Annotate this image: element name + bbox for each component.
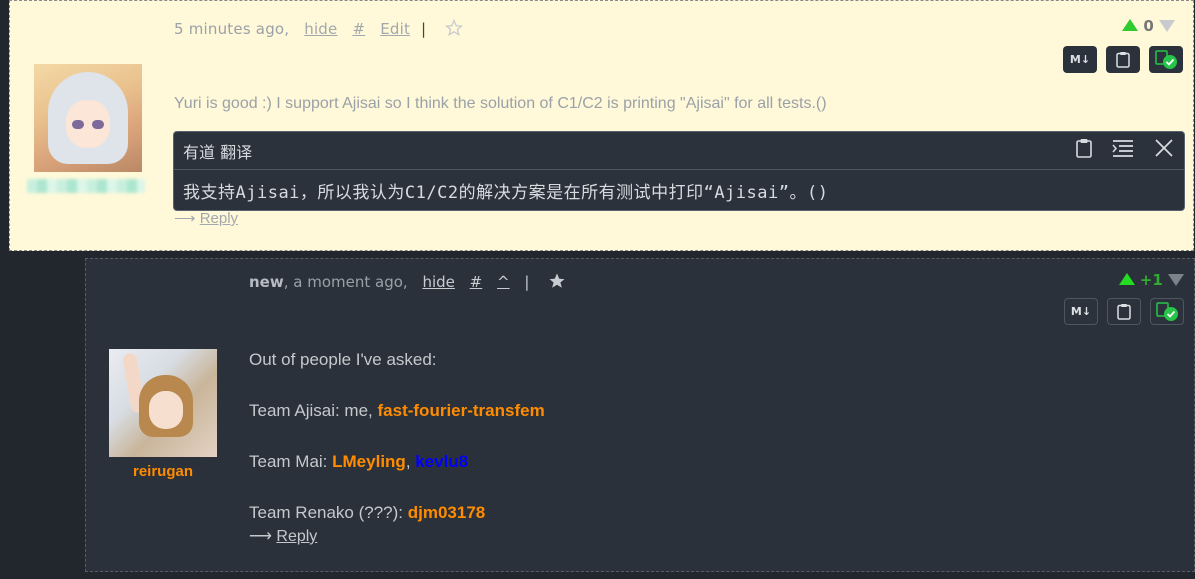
- clipboard-icon: [1117, 304, 1131, 320]
- body-text: Team Renako (???):: [249, 503, 408, 522]
- body-line: Team Renako (???): djm03178: [249, 500, 545, 526]
- user-link[interactable]: djm03178: [408, 503, 486, 522]
- upvote-icon[interactable]: [1122, 19, 1139, 31]
- avatar[interactable]: [34, 64, 142, 172]
- markdown-button[interactable]: M↓: [1064, 298, 1098, 325]
- clipboard-icon: [1116, 52, 1130, 68]
- reply-link[interactable]: Reply: [276, 528, 317, 545]
- avatar-face: [149, 391, 183, 429]
- reply-link[interactable]: Reply: [200, 210, 238, 227]
- edit-link[interactable]: Edit: [380, 20, 410, 38]
- markdown-icon: M↓: [1070, 305, 1092, 318]
- reply-row: ⟶ Reply: [174, 209, 238, 227]
- star-filled-icon[interactable]: [548, 272, 566, 290]
- reply-row: ⟶ Reply: [249, 526, 317, 546]
- permalink[interactable]: #: [352, 20, 365, 38]
- body-line: Team Mai: LMeyling, kevlu8: [249, 449, 545, 475]
- comment-time: , a moment ago,: [283, 273, 408, 291]
- downvote-icon[interactable]: [1159, 20, 1175, 32]
- copy-button[interactable]: [1107, 298, 1141, 325]
- translation-title: 有道 翻译: [183, 142, 253, 162]
- vote-count: +1: [1139, 271, 1163, 289]
- list-icon[interactable]: [1112, 139, 1134, 157]
- translation-popup: 有道 翻译 我支持Ajisai，所以我认为C1/C2的解决方案是在所有测试中打印…: [173, 131, 1185, 211]
- vote-box: +1: [1118, 271, 1184, 289]
- avatar-eye: [92, 120, 104, 129]
- comment-reply: new, a moment ago, hide # ^ | +1 M↓ reir…: [85, 258, 1195, 572]
- arrow-right-icon: ⟶: [249, 528, 272, 545]
- clipboard-icon[interactable]: [1076, 138, 1092, 158]
- body-line: Team Ajisai: me, fast-fourier-transfem: [249, 398, 545, 424]
- markdown-icon: M↓: [1069, 53, 1091, 66]
- hide-link[interactable]: hide: [304, 20, 337, 38]
- comment-meta: new, a moment ago, hide # ^ |: [249, 272, 566, 291]
- arrow-right-icon: ⟶: [174, 210, 196, 227]
- downvote-icon[interactable]: [1168, 274, 1184, 286]
- close-icon[interactable]: [1154, 138, 1174, 158]
- body-text: Team Mai:: [249, 452, 333, 471]
- vote-box: 0: [1122, 17, 1175, 35]
- user-link[interactable]: fast-fourier-transfem: [378, 401, 545, 420]
- separator: |: [421, 20, 427, 38]
- comment-body: Out of people I've asked: Team Ajisai: m…: [249, 347, 545, 526]
- comment-highlighted: 5 minutes ago, hide # Edit | 0 M↓ Yuri i…: [9, 0, 1194, 251]
- comment-meta: 5 minutes ago, hide # Edit |: [174, 18, 464, 38]
- translate-button[interactable]: [1149, 46, 1183, 73]
- avatar[interactable]: [109, 349, 217, 457]
- translate-button[interactable]: [1150, 298, 1184, 325]
- comment-body: Yuri is good :) I support Ajisai so I th…: [174, 95, 827, 112]
- separator: |: [524, 273, 530, 291]
- comment-time: 5 minutes ago,: [174, 20, 290, 38]
- body-text: ,: [405, 452, 416, 471]
- new-badge: new: [249, 273, 284, 291]
- translation-text: 我支持Ajisai，所以我认为C1/C2的解决方案是在所有测试中打印“Ajisa…: [183, 183, 829, 203]
- permalink[interactable]: #: [470, 273, 483, 291]
- translate-check-icon: [1156, 301, 1178, 321]
- translate-check-icon: [1155, 49, 1177, 69]
- user-link[interactable]: LMeyling: [332, 452, 406, 471]
- hide-link[interactable]: hide: [422, 273, 454, 291]
- upvote-icon[interactable]: [1118, 273, 1135, 285]
- avatar-eye: [72, 120, 84, 129]
- translation-toolbar: [1076, 138, 1174, 158]
- blurred-username: [27, 179, 145, 193]
- star-outline-icon[interactable]: [445, 18, 464, 37]
- comment-actions: M↓: [1063, 46, 1183, 73]
- comment-actions: M↓: [1064, 298, 1184, 325]
- username[interactable]: reirugan: [109, 463, 217, 480]
- body-line: Out of people I've asked:: [249, 350, 437, 369]
- copy-button[interactable]: [1106, 46, 1140, 73]
- body-text: Team Ajisai: me,: [249, 401, 378, 420]
- markdown-button[interactable]: M↓: [1063, 46, 1097, 73]
- user-link[interactable]: kevlu8: [415, 452, 468, 471]
- translation-header: 有道 翻译: [174, 132, 1184, 170]
- vote-count: 0: [1143, 17, 1154, 35]
- parent-link[interactable]: ^: [497, 273, 510, 291]
